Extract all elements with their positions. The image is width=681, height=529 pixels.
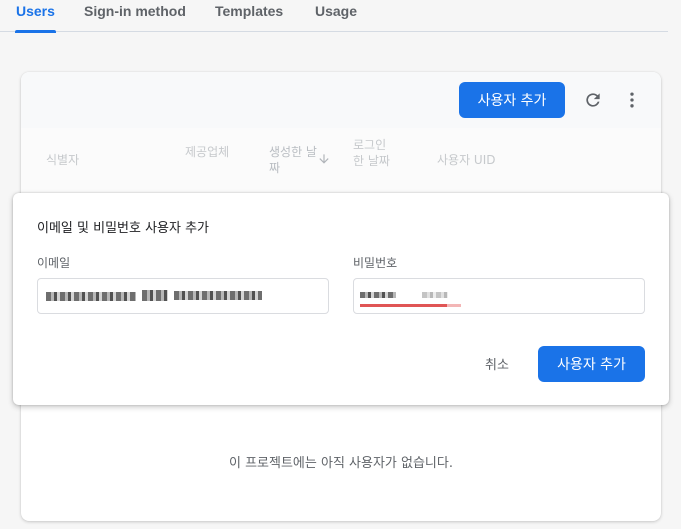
col-identifier[interactable]: 식별자 xyxy=(46,152,106,168)
dialog-title: 이메일 및 비밀번호 사용자 추가 xyxy=(37,221,210,236)
col-provider[interactable]: 제공업체 xyxy=(185,144,233,160)
col-user-uid[interactable]: 사용자 UID xyxy=(437,152,527,168)
password-label: 비밀번호 xyxy=(353,256,398,270)
submit-add-user-button[interactable]: 사용자 추가 xyxy=(538,346,645,382)
email-label: 이메일 xyxy=(37,256,71,270)
email-field[interactable]: ▮▮▮▮▮▮▮ ▮▮ ▮▮▮▮▮▮▮ xyxy=(37,278,329,314)
tab-templates[interactable]: Templates xyxy=(215,3,283,32)
auth-tabs: Users Sign-in method Templates Usage xyxy=(0,0,668,33)
password-redaction xyxy=(422,292,448,298)
col-created[interactable]: 생성한 날짜 xyxy=(269,144,317,176)
email-redaction xyxy=(174,291,262,300)
spellcheck-underline xyxy=(360,304,447,307)
cancel-button[interactable]: 취소 xyxy=(485,354,509,373)
add-user-button[interactable]: 사용자 추가 xyxy=(459,82,565,118)
tab-sign-in-method[interactable]: Sign-in method xyxy=(84,3,186,32)
tab-usage[interactable]: Usage xyxy=(315,3,357,32)
tab-users[interactable]: Users xyxy=(15,3,56,33)
users-table-header: 식별자 제공업체 생성한 날짜 로그인한 날짜 사용자 UID xyxy=(21,128,661,194)
sort-arrow-down-icon[interactable] xyxy=(317,152,331,171)
more-vert-icon[interactable] xyxy=(618,86,646,114)
add-user-dialog: 이메일 및 비밀번호 사용자 추가 이메일 ▮▮▮▮▮▮▮ ▮▮ ▮▮▮▮▮▮▮… xyxy=(13,193,669,405)
empty-state-message: 이 프로젝트에는 아직 사용자가 없습니다. xyxy=(229,456,453,471)
password-redaction xyxy=(360,292,396,298)
refresh-icon[interactable] xyxy=(579,86,607,114)
card-toolbar: 사용자 추가 xyxy=(21,72,661,128)
email-redaction xyxy=(142,290,168,301)
email-redaction xyxy=(46,292,136,301)
spellcheck-underline xyxy=(447,304,461,307)
password-field[interactable]: ▮▮▮▮ ▮▮▮ xyxy=(353,278,645,314)
col-signed-in[interactable]: 로그인한 날짜 xyxy=(353,137,393,169)
